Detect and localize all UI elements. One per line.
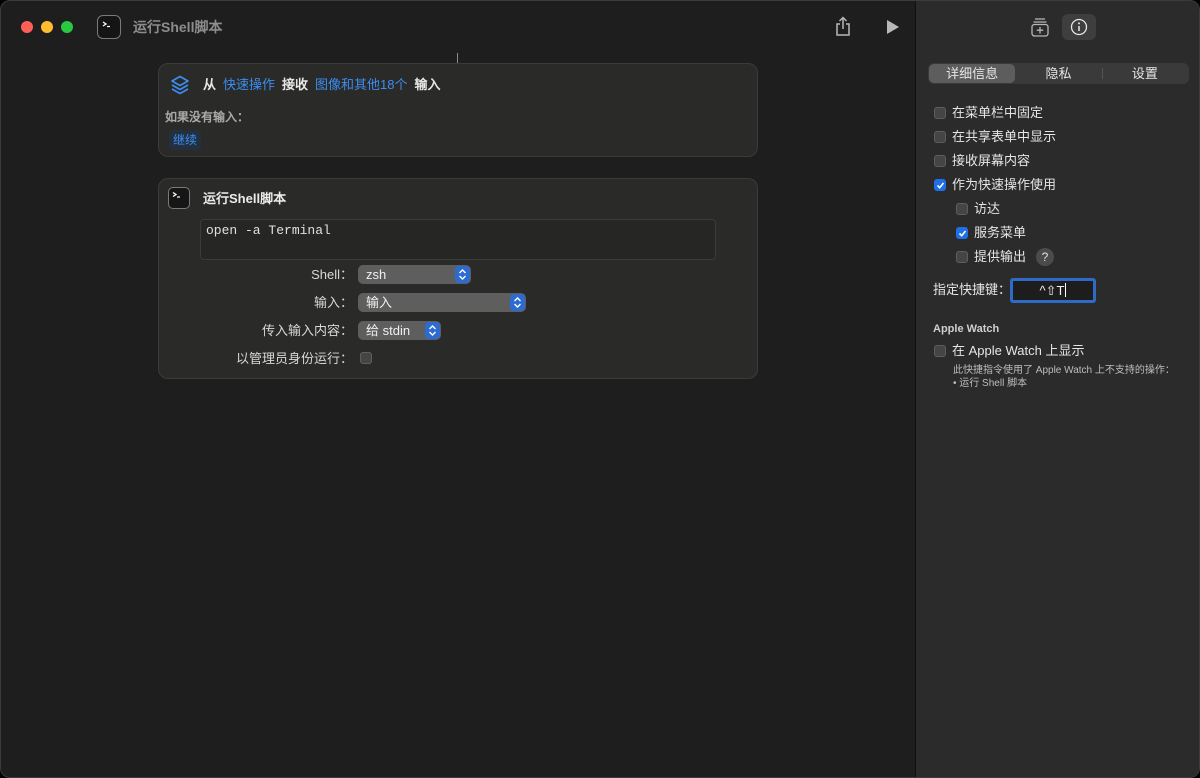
run-as-admin-label: 以管理员身份运行：	[235, 351, 353, 366]
inspector-tabs: 详细信息 隐私 设置	[928, 63, 1189, 84]
pass-input-label: 传入输入内容：	[261, 323, 353, 338]
info-icon	[1070, 18, 1088, 36]
tab-settings[interactable]: 设置	[1101, 64, 1188, 83]
play-icon[interactable]	[887, 20, 899, 34]
receive-screen-label: 接收屏幕内容	[952, 153, 1031, 168]
share-sheet-label: 在共享表单中显示	[952, 129, 1057, 144]
shell-popup[interactable]: zsh	[358, 265, 471, 284]
services-menu-label: 服务菜单	[974, 225, 1027, 240]
shortcut-field[interactable]: ^⇧T	[1010, 278, 1096, 303]
tab-details[interactable]: 详细信息	[929, 64, 1016, 83]
apple-watch-note: 此快捷指令使用了 Apple Watch 上不支持的操作：	[953, 365, 1175, 376]
apple-watch-heading: Apple Watch	[933, 323, 1000, 335]
run-as-admin-row: 以管理员身份运行：	[159, 349, 759, 368]
add-to-library-icon[interactable]	[1031, 17, 1049, 37]
receive-screen-checkbox[interactable]	[934, 155, 946, 167]
option-provide-output[interactable]: 提供输出 ?	[956, 248, 1055, 266]
apple-watch-checkbox[interactable]	[934, 345, 946, 357]
terminal-icon[interactable]	[97, 15, 121, 39]
option-receive-screen[interactable]: 接收屏幕内容	[934, 153, 1030, 169]
pass-input-popup[interactable]: 给 stdin	[358, 321, 441, 340]
unsupported-action-item: • 运行 Shell 脚本	[953, 378, 1028, 389]
receive-input-card[interactable]: 从 快速操作 接收 图像和其他18个 输入 如果没有输入： 继续	[158, 63, 758, 157]
close-button[interactable]	[21, 21, 33, 33]
pass-input-row: 传入输入内容： 给 stdin	[159, 321, 759, 340]
shell-value: zsh	[366, 267, 387, 282]
receive-label: 接收	[282, 77, 309, 92]
window-title: 运行Shell脚本	[133, 19, 223, 35]
text-cursor	[1065, 283, 1067, 297]
share-icon[interactable]	[835, 16, 851, 36]
terminal-icon	[168, 187, 190, 209]
services-menu-checkbox[interactable]	[956, 227, 968, 239]
finder-checkbox[interactable]	[956, 203, 968, 215]
option-share-sheet[interactable]: 在共享表单中显示	[934, 129, 1056, 145]
input-label: 输入	[414, 77, 441, 92]
help-button[interactable]: ?	[1036, 248, 1055, 266]
input-types-token[interactable]: 图像和其他18个	[315, 77, 407, 93]
apple-watch-label: 在 Apple Watch 上显示	[952, 343, 1085, 358]
info-button[interactable]	[1062, 14, 1096, 40]
inspector-sidebar: 详细信息 隐私 设置 在菜单栏中固定 在共享表单中显示 接收屏幕内容 作为快速操…	[915, 1, 1199, 777]
pin-menu-bar-checkbox[interactable]	[934, 107, 946, 119]
shortcut-label: 指定快捷键：	[933, 282, 1012, 297]
option-quick-action[interactable]: 作为快速操作使用	[934, 177, 1056, 193]
pass-input-value: 给 stdin	[366, 323, 411, 338]
no-input-label: 如果没有输入：	[165, 110, 250, 124]
no-input-action-token[interactable]: 继续	[169, 130, 202, 150]
shortcut-editor-window: 运行Shell脚本 从 快速操作 接收 图像和其他18个 输入 如果没有输入： …	[0, 0, 1200, 778]
tab-privacy[interactable]: 隐私	[1015, 64, 1101, 83]
source-token[interactable]: 快速操作	[223, 77, 275, 93]
shortcut-value: ^⇧T	[1039, 283, 1065, 298]
provide-output-checkbox[interactable]	[956, 251, 968, 263]
chevron-up-down-icon	[510, 294, 525, 311]
share-sheet-checkbox[interactable]	[934, 131, 946, 143]
quick-action-checkbox[interactable]	[934, 179, 946, 191]
input-popup[interactable]: 输入	[358, 293, 526, 312]
option-services-menu[interactable]: 服务菜单	[956, 225, 1026, 241]
input-label: 输入：	[313, 295, 353, 310]
minimize-button[interactable]	[41, 21, 53, 33]
script-editor[interactable]: open -a Terminal	[200, 219, 716, 260]
receive-sentence: 从 快速操作 接收 图像和其他18个 输入	[203, 77, 441, 93]
from-label: 从	[203, 77, 217, 92]
pin-menu-bar-label: 在菜单栏中固定	[952, 105, 1044, 120]
shell-label: Shell：	[311, 267, 353, 282]
action-connector	[457, 53, 458, 63]
option-finder[interactable]: 访达	[956, 201, 1000, 217]
quick-action-label: 作为快速操作使用	[952, 177, 1057, 192]
action-title: 运行Shell脚本	[203, 191, 287, 206]
chevron-up-down-icon	[425, 322, 440, 339]
chevron-up-down-icon	[455, 266, 470, 283]
finder-label: 访达	[974, 201, 1001, 216]
input-row: 输入： 输入	[159, 293, 759, 312]
input-value: 输入	[366, 295, 393, 310]
quick-action-icon	[169, 74, 191, 96]
run-as-admin-checkbox[interactable]	[360, 352, 372, 364]
option-apple-watch[interactable]: 在 Apple Watch 上显示	[934, 343, 1084, 359]
option-pin-menu-bar[interactable]: 在菜单栏中固定	[934, 105, 1043, 121]
provide-output-label: 提供输出	[974, 249, 1027, 264]
shell-row: Shell： zsh	[159, 265, 759, 284]
run-shell-script-action[interactable]: 运行Shell脚本 open -a Terminal Shell： zsh 输入…	[158, 178, 758, 379]
zoom-button[interactable]	[61, 21, 73, 33]
